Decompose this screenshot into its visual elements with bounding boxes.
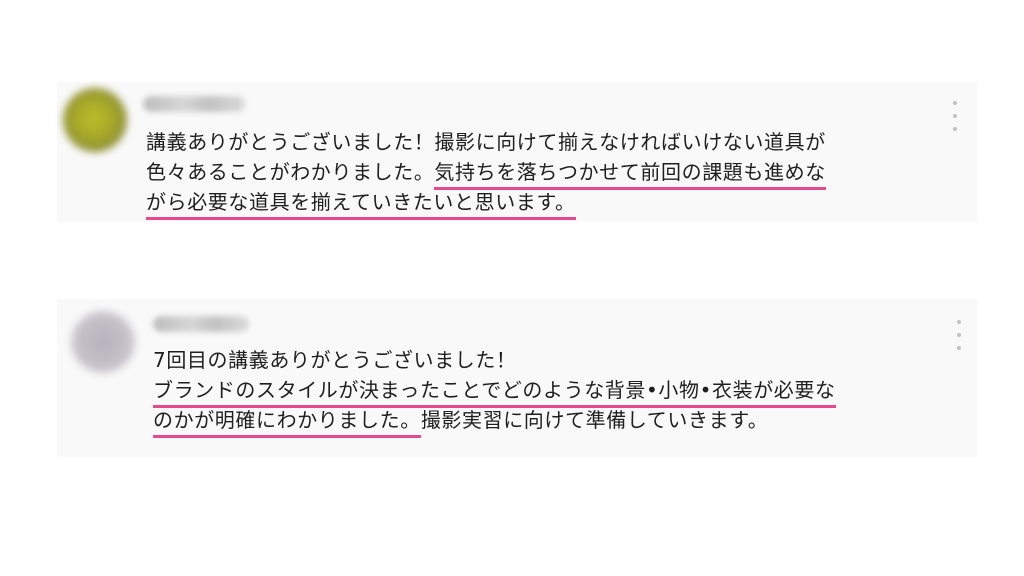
highlighted-text: のかが明確にわかりました。 [153, 408, 421, 438]
comment-line: ブランドのスタイルが決まったことでどのような背景•小物•衣装が必要な [153, 375, 836, 408]
comment-card: 講義ありがとうございました！撮影に向けて揃えなければいけない道具が 色々あること… [57, 82, 977, 222]
comment-line: 7回目の講義ありがとうございました！ [153, 345, 836, 375]
comment-line: のかが明確にわかりました。撮影実習に向けて準備していきます。 [153, 405, 836, 438]
more-vertical-icon[interactable] [952, 320, 966, 350]
kebab-dot [957, 333, 961, 337]
more-vertical-icon[interactable] [948, 101, 962, 131]
avatar[interactable] [63, 88, 127, 152]
highlighted-text: ブランドのスタイルが決まったことでどのような背景•小物•衣装が必要な [153, 378, 836, 408]
comment-text-segment: 撮影実習に向けて準備していきます。 [420, 408, 769, 432]
comment-text: 講義ありがとうございました！撮影に向けて揃えなければいけない道具が 色々あること… [146, 127, 826, 220]
avatar[interactable] [71, 311, 135, 373]
kebab-dot [953, 127, 957, 131]
kebab-dot [953, 101, 957, 105]
highlighted-text: がら必要な道具を揃えていきたいと思います。 [146, 190, 576, 220]
kebab-dot [957, 320, 961, 324]
highlighted-text: 気持ちを落ちつかせて前回の課題も進めな [434, 160, 826, 190]
comment-text: 7回目の講義ありがとうございました！ ブランドのスタイルが決まったことでどのよう… [153, 345, 836, 438]
comment-line: 講義ありがとうございました！撮影に向けて揃えなければいけない道具が [146, 127, 826, 157]
kebab-dot [953, 114, 957, 118]
page: 講義ありがとうございました！撮影に向けて揃えなければいけない道具が 色々あること… [0, 0, 1024, 576]
comment-card: 7回目の講義ありがとうございました！ ブランドのスタイルが決まったことでどのよう… [57, 299, 977, 457]
comment-text-segment: 色々あることがわかりました。 [146, 160, 435, 184]
author-name-blurred[interactable] [153, 316, 249, 332]
comment-text-segment: 講義ありがとうございました！撮影に向けて揃えなければいけない道具が [146, 130, 826, 154]
comment-line: がら必要な道具を揃えていきたいと思います。 [146, 187, 826, 220]
comment-line: 色々あることがわかりました。気持ちを落ちつかせて前回の課題も進めな [146, 157, 826, 190]
kebab-dot [957, 346, 961, 350]
author-name-blurred[interactable] [143, 96, 245, 112]
comment-text-segment: 7回目の講義ありがとうございました！ [153, 348, 517, 372]
